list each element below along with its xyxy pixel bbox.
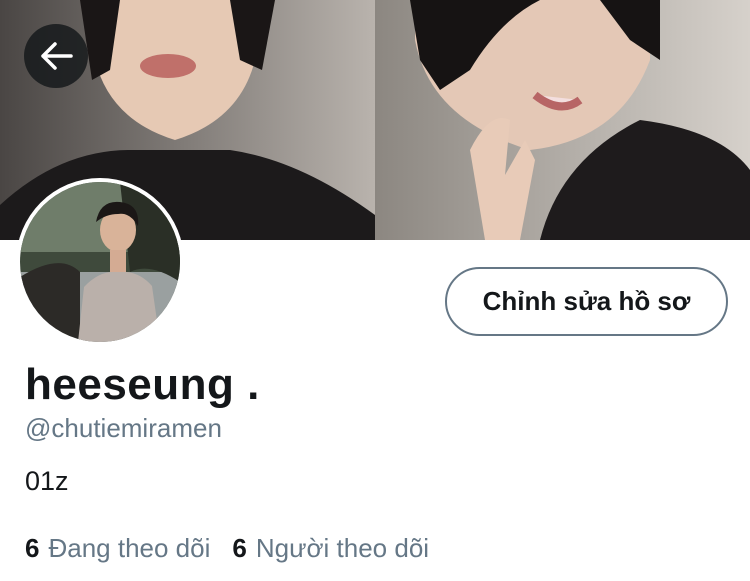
arrow-left-icon [41, 42, 73, 70]
avatar-image [20, 182, 180, 342]
back-button[interactable] [24, 24, 88, 88]
following-stat[interactable]: 6 Đang theo dõi [25, 533, 210, 564]
followers-count: 6 [232, 533, 247, 563]
edit-profile-button-label: Chỉnh sửa hồ sơ [482, 286, 691, 316]
user-handle: @chutiemiramen [25, 413, 222, 443]
following-count: 6 [25, 533, 40, 563]
display-name: heeseung . [25, 360, 260, 409]
profile-stats: 6 Đang theo dõi 6 Người theo dõi [25, 533, 429, 564]
following-label: Đang theo dõi [48, 533, 211, 563]
followers-label: Người theo dõi [255, 533, 430, 563]
followers-stat[interactable]: 6 Người theo dõi [232, 533, 429, 564]
profile-bio: 01z [25, 466, 69, 496]
edit-profile-button[interactable]: Chỉnh sửa hồ sơ [445, 267, 728, 336]
profile-avatar[interactable] [20, 182, 180, 342]
